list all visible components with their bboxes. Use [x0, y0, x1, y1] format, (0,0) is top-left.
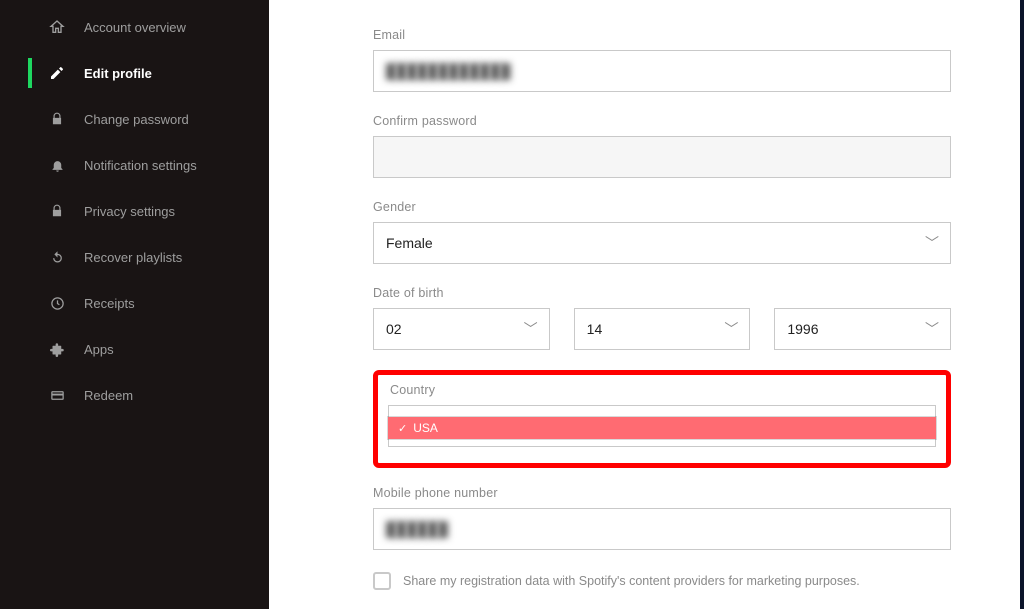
sidebar-item-redeem[interactable]: Redeem	[0, 372, 269, 418]
share-data-label: Share my registration data with Spotify'…	[403, 574, 860, 588]
sidebar-item-receipts[interactable]: Receipts	[0, 280, 269, 326]
edit-profile-form: Email ████████████ Confirm password Gend…	[373, 0, 951, 609]
gender-field-group: Gender Female ﹀	[373, 200, 951, 264]
email-field-group: Email ████████████	[373, 28, 951, 92]
country-option-selected[interactable]: ✓ USA	[388, 417, 936, 439]
main-content: Email ████████████ Confirm password Gend…	[269, 0, 1020, 609]
sidebar-item-notification-settings[interactable]: Notification settings	[0, 142, 269, 188]
sidebar-item-edit-profile[interactable]: Edit profile	[0, 50, 269, 96]
email-label: Email	[373, 28, 951, 42]
country-label: Country	[390, 383, 936, 397]
sidebar-item-label: Change password	[84, 112, 189, 127]
sidebar-item-label: Redeem	[84, 388, 133, 403]
confirm-password-input[interactable]	[373, 136, 951, 178]
dob-month-select[interactable]: 02	[373, 308, 550, 350]
dob-field-group: Date of birth 02 ﹀ 14 ﹀	[373, 286, 951, 350]
gender-select[interactable]: Female	[373, 222, 951, 264]
sidebar-item-label: Notification settings	[84, 158, 197, 173]
sidebar-item-change-password[interactable]: Change password	[0, 96, 269, 142]
country-highlight-box: Country ✓ USA	[373, 370, 951, 468]
clock-icon	[48, 294, 66, 312]
email-input[interactable]: ████████████	[373, 50, 951, 92]
sidebar-item-apps[interactable]: Apps	[0, 326, 269, 372]
sidebar-item-account-overview[interactable]: Account overview	[0, 4, 269, 50]
dob-label: Date of birth	[373, 286, 951, 300]
sidebar-item-label: Privacy settings	[84, 204, 175, 219]
email-value-masked: ████████████	[386, 63, 511, 79]
phone-input[interactable]: ██████	[373, 508, 951, 550]
gender-select-wrap: Female ﹀	[373, 222, 951, 264]
gender-label: Gender	[373, 200, 951, 214]
card-icon	[48, 386, 66, 404]
dob-year-value: 1996	[787, 321, 818, 337]
home-icon	[48, 18, 66, 36]
sidebar-item-label: Edit profile	[84, 66, 152, 81]
confirm-password-field-group: Confirm password	[373, 114, 951, 178]
pencil-icon	[48, 64, 66, 82]
sidebar-item-privacy-settings[interactable]: Privacy settings	[0, 188, 269, 234]
sidebar-item-label: Recover playlists	[84, 250, 182, 265]
sidebar-item-label: Apps	[84, 342, 114, 357]
sidebar: Account overview Edit profile Change pas…	[0, 0, 269, 609]
dob-day-value: 14	[587, 321, 603, 337]
puzzle-icon	[48, 340, 66, 358]
lock-icon	[48, 110, 66, 128]
phone-value-masked: ██████	[386, 521, 449, 537]
bell-icon	[48, 156, 66, 174]
check-icon: ✓	[398, 422, 407, 435]
sidebar-item-recover-playlists[interactable]: Recover playlists	[0, 234, 269, 280]
lock-icon	[48, 202, 66, 220]
dob-year-select[interactable]: 1996	[774, 308, 951, 350]
confirm-password-label: Confirm password	[373, 114, 951, 128]
country-value: USA	[413, 421, 438, 435]
dob-day-select[interactable]: 14	[574, 308, 751, 350]
phone-field-group: Mobile phone number ██████	[373, 486, 951, 550]
sidebar-item-label: Receipts	[84, 296, 135, 311]
gender-value: Female	[386, 235, 433, 251]
phone-label: Mobile phone number	[373, 486, 951, 500]
sidebar-item-label: Account overview	[84, 20, 186, 35]
share-data-checkbox[interactable]	[373, 572, 391, 590]
dob-month-value: 02	[386, 321, 402, 337]
refresh-icon	[48, 248, 66, 266]
app-root: Account overview Edit profile Change pas…	[0, 0, 1022, 609]
share-data-row: Share my registration data with Spotify'…	[373, 572, 951, 590]
